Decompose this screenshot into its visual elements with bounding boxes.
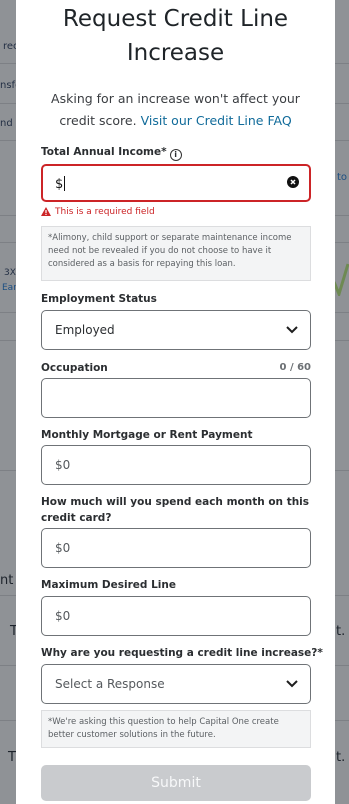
mortgage-placeholder: $0	[55, 458, 71, 472]
clear-icon[interactable]	[287, 176, 299, 188]
income-error: This is a required field	[41, 207, 155, 217]
occupation-label: Occupation	[41, 362, 108, 374]
employment-value: Employed	[55, 323, 115, 337]
modal-subtitle: Asking for an increase won't affect your…	[16, 88, 335, 132]
income-label: Total Annual Income*	[41, 146, 167, 158]
info-icon[interactable]: i	[169, 149, 182, 161]
title-line-2: Increase	[126, 40, 225, 66]
title-line-1: Request Credit Line	[62, 6, 289, 32]
income-label-row: Total Annual Income* i	[41, 146, 182, 161]
spend-input[interactable]: $0	[41, 528, 311, 568]
income-note: *Alimony, child support or separate main…	[41, 226, 311, 281]
chevron-down-icon	[286, 326, 298, 334]
bg-text: to	[337, 172, 348, 183]
income-value: $	[55, 176, 66, 192]
bg-text: T	[8, 750, 16, 765]
reason-label: Why are you requesting a credit line inc…	[41, 647, 323, 659]
spend-label: How much will you spend each month on th…	[41, 496, 310, 524]
reason-select[interactable]: Select a Response	[41, 664, 311, 704]
chevron-down-icon	[286, 680, 298, 688]
reason-note: *We're asking this question to help Capi…	[41, 710, 311, 748]
subtitle-line-2: credit score.	[59, 113, 137, 128]
spend-placeholder: $0	[55, 541, 71, 555]
bg-text: nt	[0, 573, 14, 588]
bg-text: nd	[0, 118, 13, 129]
subtitle-line-1: Asking for an increase won't affect your	[51, 91, 300, 106]
bg-text: t.	[336, 624, 346, 639]
bg-text: Ear	[2, 283, 17, 293]
employment-select[interactable]: Employed	[41, 310, 311, 350]
credit-line-modal: Request Credit Line Increase Asking for …	[16, 0, 335, 804]
employment-label: Employment Status	[41, 293, 157, 305]
mortgage-label: Monthly Mortgage or Rent Payment	[41, 429, 253, 441]
income-error-text: This is a required field	[55, 207, 155, 217]
bg-text: t.	[336, 750, 346, 765]
bg-text: 3X	[4, 268, 16, 278]
text-caret	[64, 176, 66, 191]
submit-button[interactable]: Submit	[41, 765, 311, 801]
income-input[interactable]: $	[41, 164, 311, 202]
max-line-input[interactable]: $0	[41, 596, 311, 636]
occupation-counter: 0 / 60	[279, 362, 312, 373]
max-line-placeholder: $0	[55, 609, 71, 623]
max-line-label: Maximum Desired Line	[41, 579, 176, 591]
modal-title: Request Credit Line Increase	[16, 2, 335, 70]
reason-value: Select a Response	[55, 677, 165, 691]
occupation-input[interactable]	[41, 378, 311, 418]
faq-link[interactable]: Visit our Credit Line FAQ	[141, 113, 292, 128]
mortgage-input[interactable]: $0	[41, 445, 311, 485]
check-icon	[333, 263, 349, 296]
warning-icon	[41, 207, 51, 216]
